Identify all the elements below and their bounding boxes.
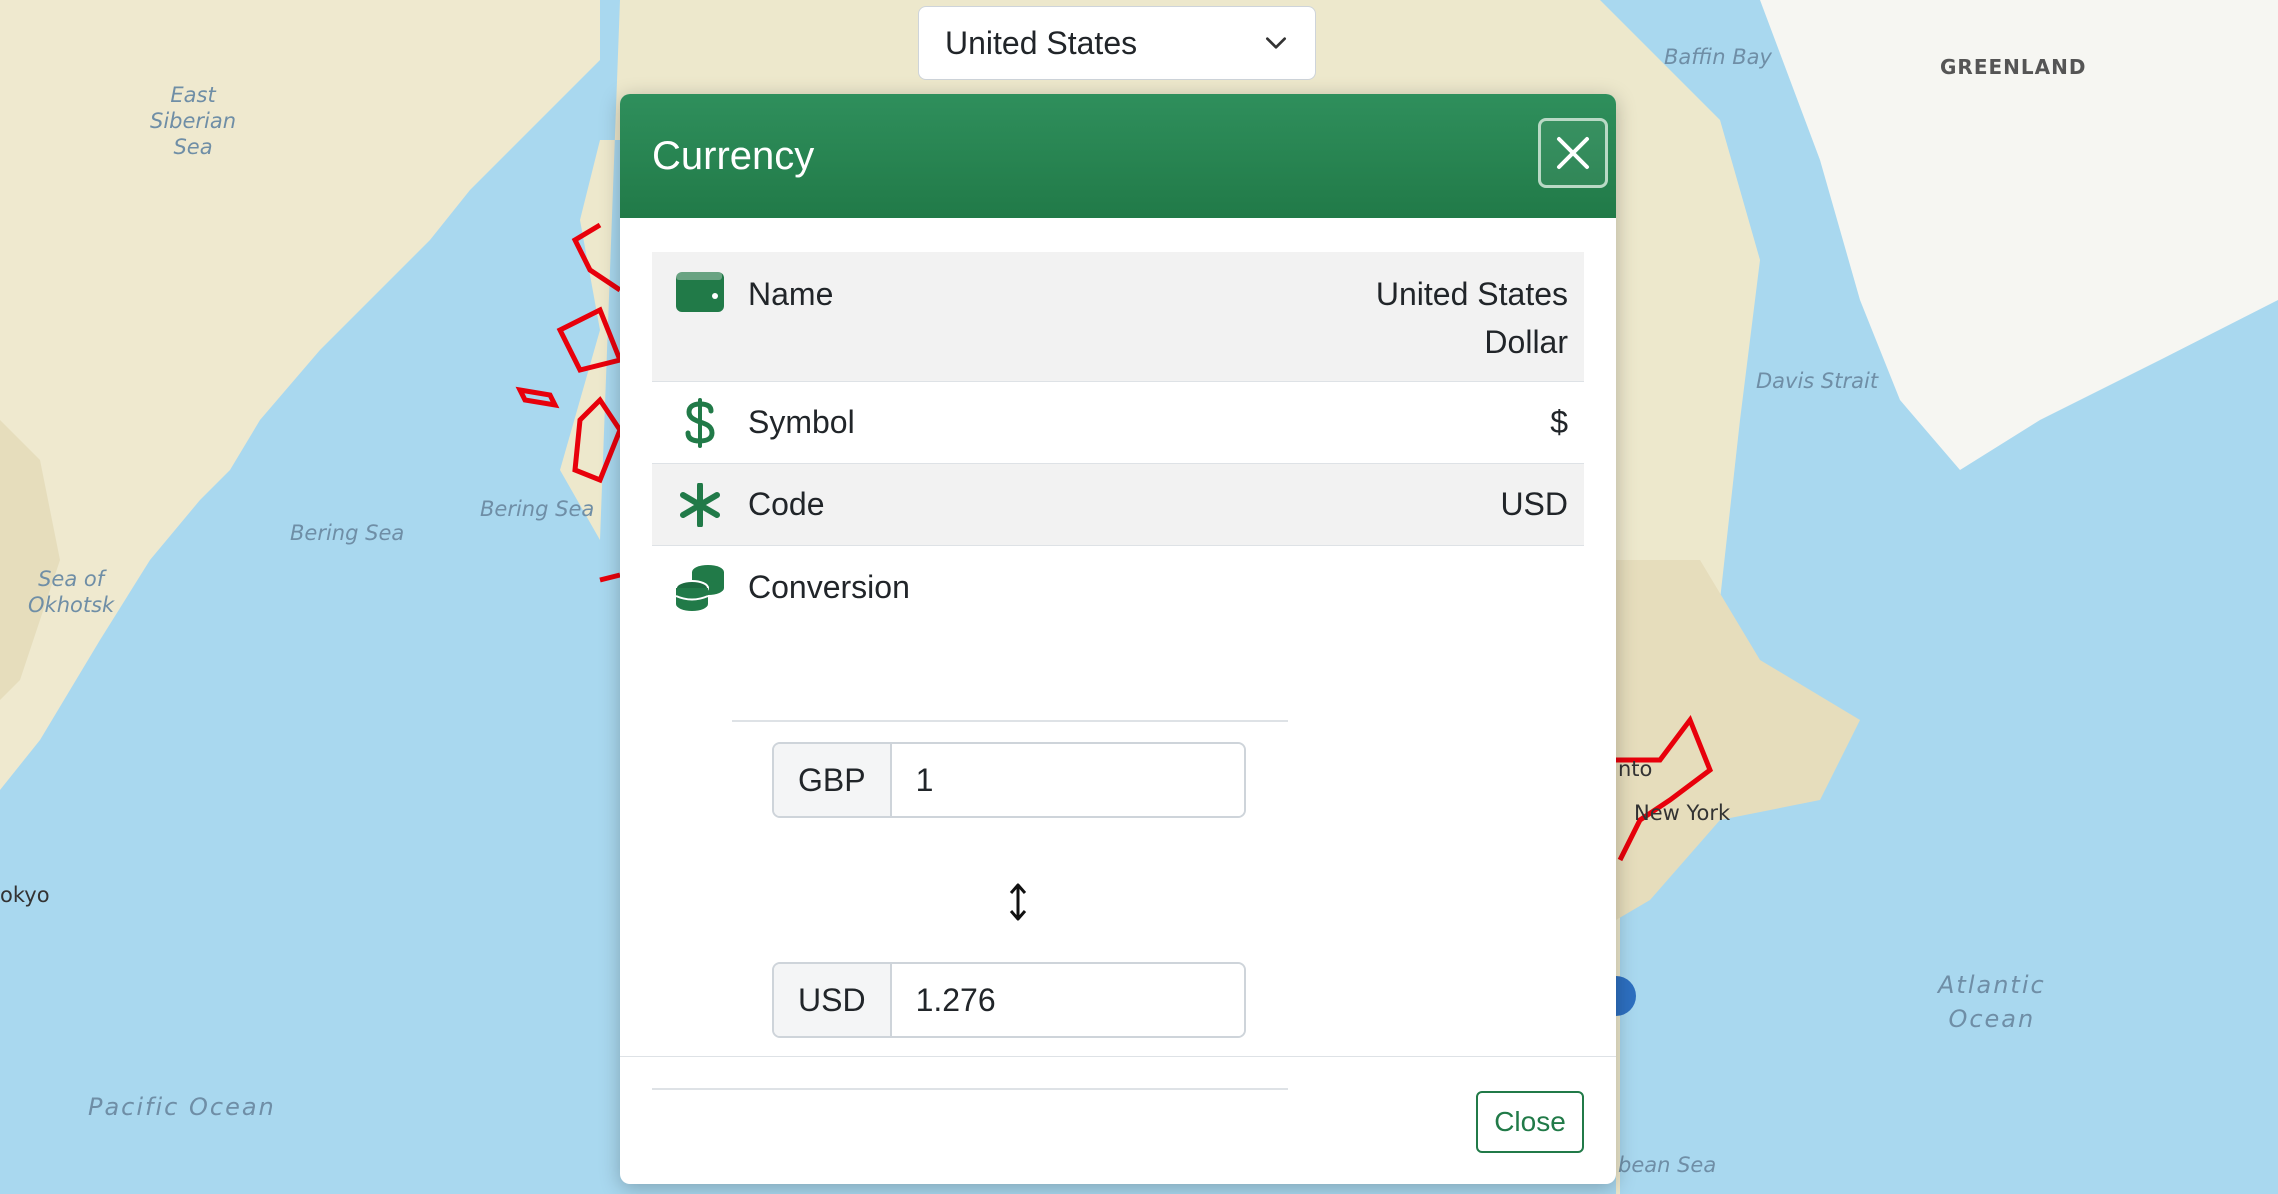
- map-label-bering-sea-2: Bering Sea: [480, 497, 595, 521]
- chevron-down-icon: [1265, 37, 1287, 49]
- map-label-toronto: nto: [1618, 757, 1653, 781]
- code-label: Code: [748, 486, 825, 522]
- name-value: United States Dollar: [1375, 276, 1568, 360]
- map-label-pacific-ocean: Pacific Ocean: [88, 1093, 276, 1121]
- map-label-bering-sea: Bering Sea: [290, 521, 405, 545]
- coins-icon: [675, 565, 724, 611]
- from-currency-code: GBP: [774, 744, 892, 816]
- currency-conversion-row: Conversion: [652, 546, 1584, 628]
- close-button[interactable]: Close: [1476, 1091, 1584, 1153]
- modal-footer: Close: [620, 1056, 1616, 1184]
- arrows-vertical-icon: [1009, 883, 1027, 921]
- wallet-icon: [676, 272, 724, 312]
- map-label-east-siberian-sea: East Siberian Sea: [150, 83, 237, 159]
- from-amount-input[interactable]: [891, 744, 1244, 816]
- currency-modal: Currency Name United States Dollar Symbo…: [620, 94, 1616, 1184]
- modal-close-x-button[interactable]: [1538, 118, 1608, 188]
- map-label-sea-of-okhotsk: Sea of Okhotsk: [28, 567, 115, 617]
- map-label-atlantic-ocean: Atlantic Ocean: [1938, 971, 2046, 1033]
- map-label-new-york: New York: [1634, 801, 1731, 825]
- modal-header: Currency: [620, 94, 1616, 218]
- map-label-greenland: GREENLAND: [1940, 55, 2087, 79]
- name-label: Name: [748, 276, 834, 312]
- asterisk-icon: [680, 482, 720, 527]
- map-label-tokyo: okyo: [0, 883, 50, 907]
- country-select[interactable]: United States: [918, 6, 1316, 80]
- symbol-label: Symbol: [748, 404, 855, 440]
- dollar-icon: [685, 397, 715, 448]
- conversion-label: Conversion: [748, 568, 910, 605]
- divider: [732, 720, 1288, 722]
- map-label-baffin-bay: Baffin Bay: [1664, 45, 1772, 69]
- to-currency-code: USD: [774, 964, 892, 1036]
- modal-title: Currency: [652, 133, 815, 178]
- country-select-value: United States: [945, 24, 1138, 61]
- currency-name-row: Name United States Dollar: [652, 252, 1584, 382]
- symbol-value: $: [1550, 404, 1568, 440]
- to-amount-input[interactable]: [891, 964, 1244, 1036]
- map-label-caribbean-sea: bean Sea: [1618, 1153, 1717, 1177]
- modal-body: Name United States Dollar Symbol $ Code …: [652, 252, 1584, 1090]
- currency-symbol-row: Symbol $: [652, 382, 1584, 464]
- map-label-davis-strait: Davis Strait: [1756, 369, 1879, 393]
- close-icon: [1557, 137, 1589, 169]
- conversion-to-group: USD: [772, 962, 1246, 1038]
- code-value: USD: [1500, 486, 1568, 522]
- currency-code-row: Code USD: [652, 464, 1584, 546]
- conversion-from-group: GBP: [772, 742, 1246, 818]
